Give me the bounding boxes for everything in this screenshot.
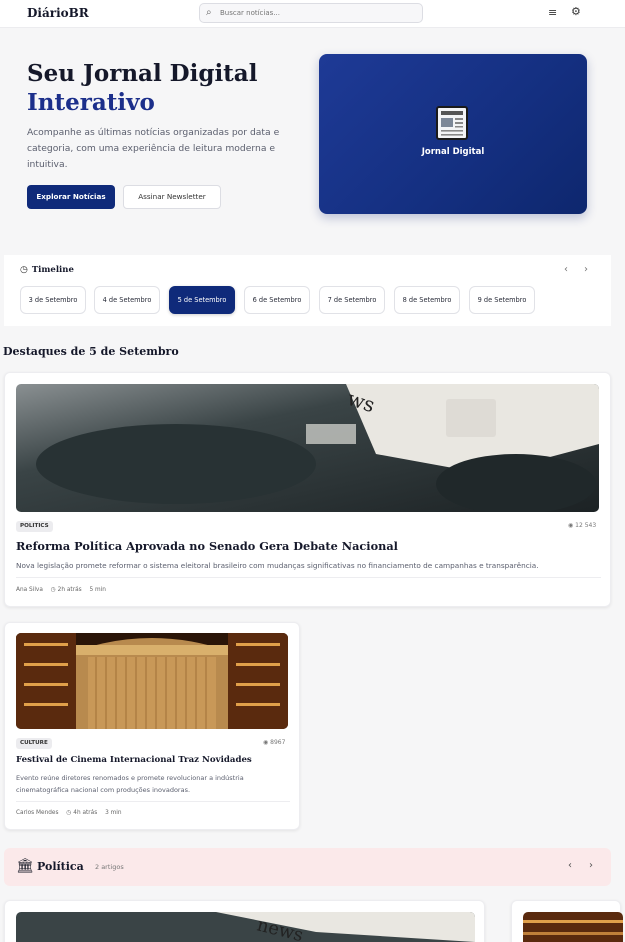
clock-icon: ◷: [20, 265, 28, 275]
article-summary: Evento reúne diretores renomados e prome…: [16, 774, 244, 794]
article-image-theater: [523, 912, 623, 942]
article-title[interactable]: Festival de Cinema Internacional Traz No…: [16, 755, 290, 765]
clock-icon: ◷: [50, 587, 56, 593]
bank-icon: 🏛: [16, 858, 34, 874]
article-title[interactable]: Reforma Política Aprovada no Senado Gera…: [16, 539, 398, 553]
date-chip[interactable]: 4 de Setembro: [94, 286, 160, 314]
gear-icon[interactable]: ⚙: [571, 5, 581, 18]
category-next-button[interactable]: ›: [589, 860, 593, 871]
article-card[interactable]: CULTURE ◉ 8967 Festival de Cinema Intern…: [4, 622, 300, 830]
hero-title: Seu Jornal Digital Interativo: [27, 59, 257, 117]
hero-section: Seu Jornal Digital Interativo Acompanhe …: [0, 29, 625, 237]
date-chip[interactable]: 7 de Setembro: [319, 286, 385, 314]
author-name: Carlos Mendes: [16, 810, 59, 816]
read-time: 3 min: [105, 810, 122, 816]
article-meta: Ana Silva ◷ 2h atrás 5 min: [16, 587, 106, 593]
card-divider: [16, 801, 290, 802]
card-divider: [16, 577, 601, 578]
article-card[interactable]: [511, 900, 623, 942]
timeline-title: Timeline: [31, 265, 74, 275]
category-section-header: 🏛 Política 2 artigos ‹ ›: [4, 848, 611, 886]
article-count: 2 artigos: [95, 863, 124, 871]
section-title: Destaques de 5 de Setembro: [3, 345, 179, 358]
timeline-panel: ◷ Timeline ‹ › 3 de Setembro 4 de Setembr…: [4, 255, 611, 326]
date-chip-active[interactable]: 5 de Setembro: [169, 286, 235, 314]
article-image-typewriter: ws: [16, 384, 599, 512]
category-title: Política: [37, 860, 84, 873]
explore-news-button[interactable]: Explorar Notícias: [27, 185, 115, 209]
date-chip[interactable]: 8 de Setembro: [394, 286, 460, 314]
category-badge: CULTURE: [16, 738, 52, 749]
newspaper-icon: [436, 106, 468, 140]
article-image-typewriter: news: [16, 912, 475, 942]
date-chip[interactable]: 6 de Setembro: [244, 286, 310, 314]
publish-time: 4h atrás: [73, 810, 98, 816]
timeline-next-button[interactable]: ›: [584, 264, 588, 275]
hero-title-line2: Interativo: [27, 89, 155, 116]
top-navbar: DiárioBR ⌕ ≡ ⚙: [0, 0, 625, 28]
search-input[interactable]: [220, 6, 415, 20]
category-prev-button[interactable]: ‹: [568, 860, 572, 871]
hero-description: Acompanhe as últimas notícias organizada…: [27, 127, 280, 170]
date-chip[interactable]: 3 de Setembro: [20, 286, 86, 314]
article-summary: Nova legislação promete reformar o siste…: [16, 561, 539, 570]
hero-card-label: Jornal Digital: [421, 147, 485, 157]
timeline-header: ◷ Timeline: [20, 265, 74, 275]
hamburger-icon[interactable]: ≡: [548, 6, 557, 19]
category-badge: POLITICS: [16, 521, 53, 532]
date-chip[interactable]: 9 de Setembro: [469, 286, 535, 314]
article-meta: Carlos Mendes ◷ 4h atrás 3 min: [16, 810, 122, 816]
site-logo[interactable]: DiárioBR: [27, 6, 89, 20]
subscribe-newsletter-button[interactable]: Assinar Newsletter: [123, 185, 221, 209]
article-card[interactable]: ws POLITICS ◉ 12 543 Reforma Política Ap…: [4, 372, 611, 607]
article-image-theater: [16, 633, 288, 729]
hero-title-line1: Seu Jornal Digital: [27, 60, 258, 87]
author-name: Ana Silva: [16, 587, 43, 593]
view-count: ◉ 8967: [263, 739, 285, 746]
publish-time: 2h atrás: [57, 587, 82, 593]
search-icon: ⌕: [206, 7, 212, 18]
view-count: ◉ 12 543: [568, 522, 596, 529]
search-box[interactable]: ⌕: [199, 3, 423, 23]
timeline-prev-button[interactable]: ‹: [564, 264, 568, 275]
view-count-value: 12 543: [575, 522, 597, 529]
hero-feature-card: Jornal Digital: [319, 54, 587, 214]
article-card[interactable]: news: [4, 900, 485, 942]
clock-icon: ◷: [66, 810, 72, 816]
read-time: 5 min: [89, 587, 106, 593]
view-count-value: 8967: [270, 739, 286, 746]
